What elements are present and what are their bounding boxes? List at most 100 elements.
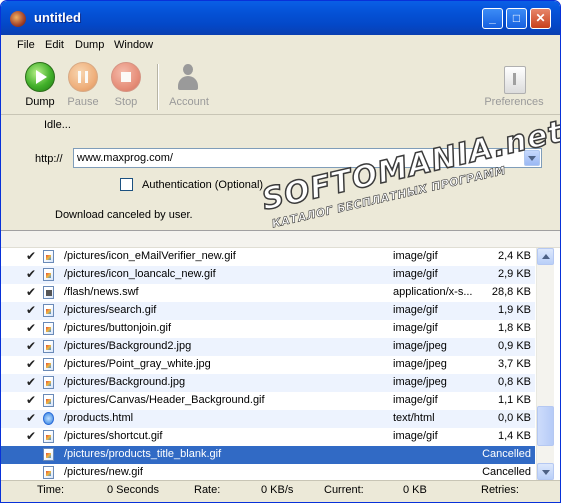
menu-file[interactable]: File — [17, 39, 35, 51]
arrow-down-icon — [542, 470, 550, 475]
maximize-button[interactable]: □ — [506, 8, 527, 29]
file-type: image/gif — [393, 322, 438, 334]
file-row[interactable]: ✔ /pictures/search.gif image/gif 1,9 KB — [1, 302, 535, 320]
url-input[interactable]: www.maxprog.com/ — [77, 152, 173, 164]
stop-button[interactable]: Stop — [104, 62, 148, 108]
current-value: 0 KB — [403, 484, 427, 496]
checkmark-icon: ✔ — [26, 357, 37, 371]
file-path: /pictures/icon_loancalc_new.gif — [64, 268, 216, 280]
file-size: 2,9 KB — [497, 268, 531, 280]
checkmark-icon: ✔ — [26, 285, 37, 299]
flash-file-icon — [43, 286, 54, 299]
file-path: /flash/news.swf — [64, 286, 139, 298]
play-icon — [25, 62, 55, 92]
minimize-button[interactable]: _ — [482, 8, 503, 29]
url-label: http:// — [35, 153, 63, 165]
file-path: /pictures/Point_gray_white.jpg — [64, 358, 211, 370]
checkmark-icon: ✔ — [26, 267, 37, 281]
html-file-icon — [43, 412, 54, 425]
file-type: image/jpeg — [393, 376, 447, 388]
status-message: Download canceled by user. — [55, 209, 193, 221]
file-row[interactable]: ✔ /pictures/Canvas/Header_Background.gif i… — [1, 392, 535, 410]
file-type: image/gif — [393, 394, 438, 406]
time-value: 0 Seconds — [107, 484, 159, 496]
scroll-down-button[interactable] — [537, 463, 554, 480]
stop-label: Stop — [114, 96, 138, 108]
menu-dump[interactable]: Dump — [75, 39, 104, 51]
file-size: 3,7 KB — [497, 358, 531, 370]
url-dropdown-button[interactable] — [524, 150, 540, 166]
file-row[interactable]: ✔ /products.html text/html 0,0 KB — [1, 410, 535, 428]
file-path: /products.html — [64, 412, 134, 424]
file-type: text/html — [393, 412, 435, 424]
file-type: image/jpeg — [393, 340, 447, 352]
close-button[interactable]: ✕ — [530, 8, 551, 29]
file-type: image/gif — [393, 430, 438, 442]
window-title: untitled — [34, 10, 81, 25]
image-file-icon — [43, 466, 54, 479]
image-file-icon — [43, 358, 54, 371]
image-file-icon — [43, 448, 54, 461]
file-row[interactable]: ✔ /pictures/Background2.jpg image/jpeg 0,9 … — [1, 338, 535, 356]
file-row[interactable]: /pictures/products_title_blank.gif Cancel… — [1, 446, 535, 464]
account-button[interactable]: Account — [166, 62, 212, 108]
close-icon: ✕ — [535, 11, 546, 25]
file-type: image/gif — [393, 268, 438, 280]
file-row[interactable]: ✔ /pictures/icon_loancalc_new.gif image/gi… — [1, 266, 535, 284]
image-file-icon — [43, 322, 54, 335]
checkmark-icon: ✔ — [26, 411, 37, 425]
file-path: /pictures/Canvas/Header_Background.gif — [64, 394, 265, 406]
file-row[interactable]: ✔ /flash/news.swf application/x-s... 28,8 K… — [1, 284, 535, 302]
menu-edit[interactable]: Edit — [45, 39, 64, 51]
app-window: untitled _ □ ✕ File Edit Dump Window Dum… — [0, 0, 561, 503]
vertical-scrollbar[interactable] — [536, 248, 554, 480]
file-size: Cancelled — [482, 448, 531, 460]
url-combobox[interactable]: www.maxprog.com/ — [73, 148, 542, 168]
file-path: /pictures/Background2.jpg — [64, 340, 192, 352]
dump-button[interactable]: Dump — [18, 62, 62, 108]
checkmark-icon: ✔ — [26, 393, 37, 407]
menu-window[interactable]: Window — [114, 39, 153, 51]
file-size: 0,8 KB — [497, 376, 531, 388]
file-size: 0,0 KB — [497, 412, 531, 424]
toolbar: Dump Pause Stop Account Preferences — [1, 56, 560, 115]
title-bar[interactable]: untitled _ □ ✕ — [1, 1, 560, 35]
file-type: application/x-s... — [393, 286, 473, 298]
scroll-up-button[interactable] — [537, 248, 554, 265]
file-row[interactable]: ✔ /pictures/Point_gray_white.jpg image/jpe… — [1, 356, 535, 374]
image-file-icon — [43, 268, 54, 281]
preferences-label: Preferences — [484, 96, 544, 108]
file-size: Cancelled — [482, 466, 531, 478]
status-bar: Time: 0 Seconds Rate: 0 KB/s Current: 0 … — [1, 480, 560, 502]
file-size: 28,8 KB — [491, 286, 531, 298]
image-file-icon — [43, 430, 54, 443]
rate-label: Rate: — [194, 484, 221, 496]
authentication-checkbox[interactable] — [120, 178, 133, 191]
pause-button[interactable]: Pause — [61, 62, 105, 108]
rate-value: 0 KB/s — [261, 484, 294, 496]
pause-label: Pause — [67, 96, 99, 108]
dump-label: Dump — [25, 96, 55, 108]
file-row[interactable]: ✔ /pictures/shortcut.gif image/gif 1,4 KB — [1, 428, 535, 446]
account-icon — [166, 62, 212, 92]
status-text: Idle... — [44, 119, 71, 131]
file-row[interactable]: ✔ /pictures/Background.jpg image/jpeg 0,8 K… — [1, 374, 535, 392]
dump-settings-panel: Idle... http:// www.maxprog.com/ Authent… — [1, 115, 560, 229]
file-row[interactable]: ✔ /pictures/icon_eMailVerifier_new.gif ima… — [1, 248, 535, 266]
file-path: /pictures/Background.jpg — [64, 376, 186, 388]
file-size: 2,4 KB — [497, 250, 531, 262]
file-type: image/gif — [393, 304, 438, 316]
minimize-icon: _ — [489, 11, 496, 25]
chevron-down-icon — [528, 156, 536, 161]
preferences-button[interactable]: Preferences — [482, 62, 546, 108]
scroll-thumb[interactable] — [537, 406, 554, 446]
image-file-icon — [43, 394, 54, 407]
app-icon — [10, 11, 26, 27]
file-path: /pictures/products_title_blank.gif — [64, 448, 222, 460]
file-type: image/gif — [393, 250, 438, 262]
file-row[interactable]: ✔ /pictures/buttonjoin.gif image/gif 1,8 KB — [1, 320, 535, 338]
file-size: 1,1 KB — [497, 394, 531, 406]
pause-icon — [68, 62, 98, 92]
maximize-icon: □ — [512, 11, 521, 25]
menu-bar: File Edit Dump Window — [1, 36, 560, 55]
